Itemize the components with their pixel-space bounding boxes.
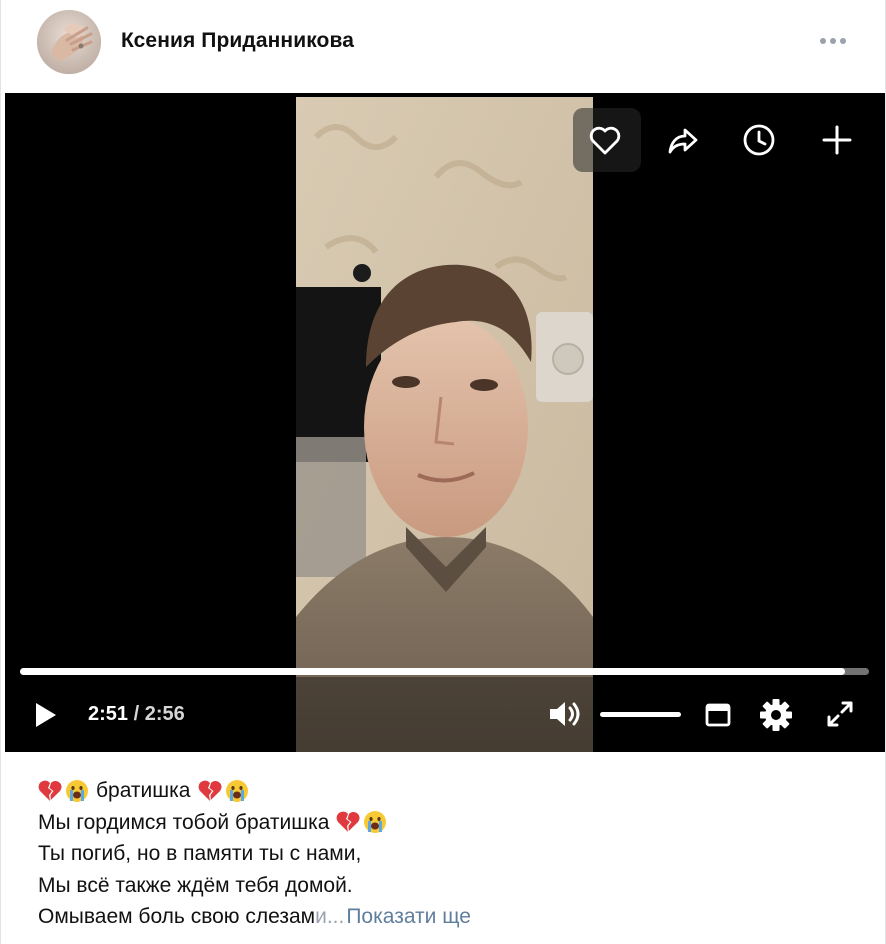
- settings-icon[interactable]: [759, 698, 793, 737]
- video-top-actions: [573, 108, 885, 172]
- broken-heart-emoji: [199, 780, 222, 801]
- show-more-link[interactable]: Показати ще: [346, 901, 471, 933]
- caption-line: Омываем боль свою слезам и... Показати ще: [38, 901, 858, 933]
- share-icon[interactable]: [663, 120, 703, 160]
- avatar-image: [37, 10, 101, 74]
- broken-heart-emoji: [337, 811, 360, 833]
- crying-face-emoji: [66, 779, 88, 802]
- fullscreen-icon[interactable]: [825, 699, 855, 734]
- player-controls: 2:51 / 2:56: [5, 693, 885, 737]
- avatar[interactable]: [37, 10, 101, 74]
- progress-fill: [20, 668, 846, 675]
- volume-icon[interactable]: [547, 698, 583, 735]
- video-frame: [296, 97, 593, 752]
- caption-line1: братишка: [96, 779, 191, 802]
- miniplayer-icon[interactable]: [705, 702, 731, 733]
- caption-line: Мы гордимся тобой братишка: [38, 807, 858, 839]
- caption-line: братишка: [38, 775, 858, 807]
- time-separator: /: [133, 703, 140, 725]
- crying-face-emoji: [226, 779, 249, 802]
- caption-line3: Ты погиб, но в памяти ты с нами,: [38, 842, 362, 865]
- progress-bar[interactable]: [20, 668, 869, 675]
- video-player[interactable]: 2:51 / 2:56: [5, 93, 885, 752]
- heart-icon[interactable]: [585, 120, 625, 160]
- post-text: братишка Мы гордимся тобой братишка Ты п…: [38, 775, 858, 933]
- time-display: 2:51 / 2:56: [88, 703, 185, 726]
- post-card: Ксения Приданникова 2:51 / 2:56 братишка…: [0, 0, 886, 944]
- caption-line4: Мы всё также ждём тебя домой.: [38, 873, 353, 897]
- broken-heart-emoji: [38, 780, 62, 801]
- duration: 2:56: [144, 703, 185, 725]
- video-still-image: [296, 97, 593, 752]
- watch-later-icon[interactable]: [739, 120, 779, 160]
- play-icon[interactable]: [33, 701, 59, 734]
- author-name[interactable]: Ксения Приданникова: [121, 29, 354, 53]
- crying-face-emoji: [364, 811, 387, 834]
- caption-truncated: и...: [315, 905, 345, 928]
- caption-line2: Мы гордимся тобой братишка: [38, 810, 330, 834]
- add-icon[interactable]: [817, 120, 857, 160]
- more-horizontal-icon[interactable]: [813, 29, 853, 53]
- volume-slider[interactable]: [600, 712, 681, 717]
- post-header: Ксения Приданникова: [1, 0, 886, 93]
- current-time: 2:51: [88, 703, 129, 725]
- caption-line5: Омываем боль свою слезам: [38, 905, 316, 928]
